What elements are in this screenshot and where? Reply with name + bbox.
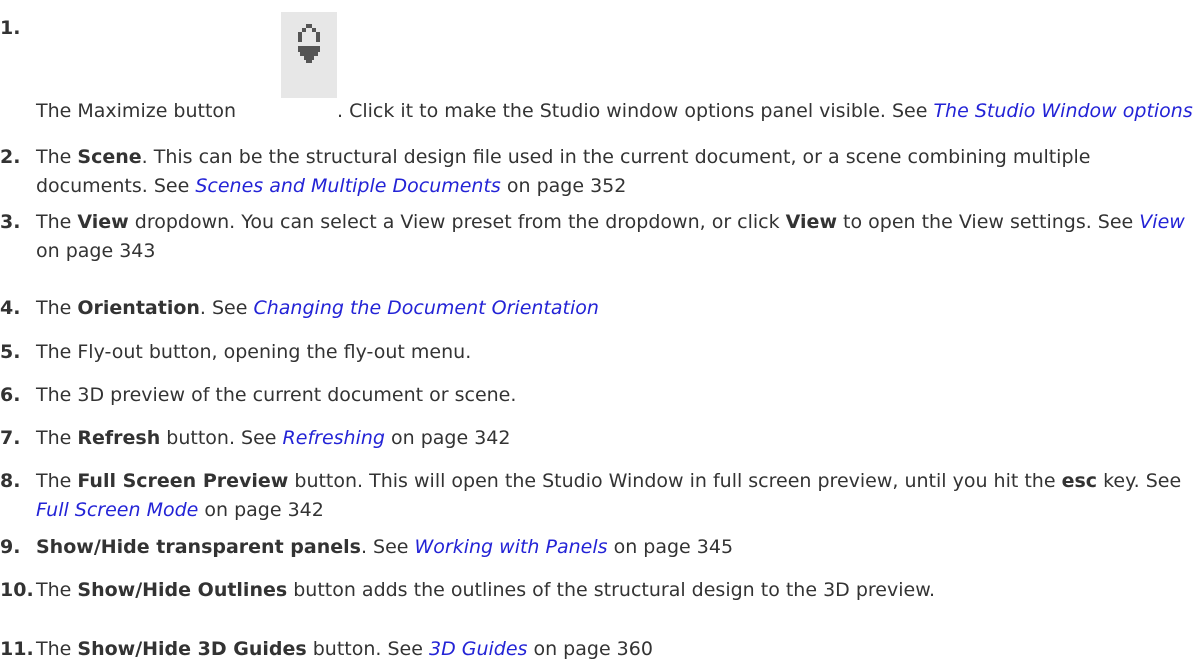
page-reference: on page 342 (198, 499, 324, 521)
link-scenes-multiple-documents[interactable]: Scenes and Multiple Documents (195, 175, 501, 197)
item-text: . See (199, 297, 254, 319)
item-text: The (36, 146, 78, 168)
page-reference: on page 352 (500, 175, 627, 197)
item-bold-term: Scene (77, 146, 142, 168)
link-view[interactable]: View (1139, 211, 1185, 233)
link-changing-document-orientation[interactable]: Changing the Document Orientation (253, 297, 598, 319)
item-bold-term: View (785, 211, 837, 233)
link-refreshing[interactable]: Refreshing (283, 427, 385, 449)
item-number: 3. (0, 211, 21, 233)
item-text: The (36, 638, 78, 660)
item-text: to open the View settings. See (837, 211, 1140, 233)
item-number: 10. (0, 579, 34, 601)
item-number: 8. (0, 470, 21, 492)
item-text: button. See (160, 427, 283, 449)
item-number: 5. (0, 341, 21, 363)
item-text: The (36, 427, 78, 449)
item-bold-term: Show/Hide 3D Guides (77, 638, 307, 660)
item-bold-term: View (77, 211, 129, 233)
item-text: The 3D preview of the current document o… (36, 384, 517, 406)
link-full-screen-mode[interactable]: Full Screen Mode (36, 499, 198, 521)
item-text: The Maximize button (36, 100, 237, 122)
item-text: The Fly-out button, opening the fly-out … (36, 341, 472, 363)
item-text: . Click it to make the Studio window opt… (337, 100, 934, 122)
item-text: button. See (306, 638, 429, 660)
item-bold-term: Full Screen Preview (77, 470, 289, 492)
document-page: 1. The Maximize button . Click it to mak… (0, 0, 1197, 662)
item-text: button. This will open the Studio Window… (288, 470, 1062, 492)
item-number: 7. (0, 427, 21, 449)
list-item-1-body: The Maximize button . Click it to make t… (0, 10, 1197, 130)
item-bold-term: Show/Hide Outlines (77, 579, 288, 601)
link-3d-guides[interactable]: 3D Guides (429, 638, 527, 660)
page-reference: on page 360 (527, 638, 653, 660)
maximize-restore-icon (281, 12, 337, 98)
page-reference: on page 345 (607, 536, 734, 558)
page-reference: on page 343 (36, 240, 156, 262)
item-bold-term: Show/Hide transparent panels (36, 536, 361, 558)
item-number: 11. (0, 638, 34, 660)
item-text: . See (360, 536, 415, 558)
page-reference: on page 342 (384, 427, 511, 449)
item-bold-term: esc (1061, 470, 1098, 492)
item-text: The (36, 211, 78, 233)
item-bold-term: Orientation (77, 297, 200, 319)
item-number: 4. (0, 297, 21, 319)
item-number: 6. (0, 384, 21, 406)
item-bold-term: Refresh (77, 427, 161, 449)
item-text: dropdown. You can select a View preset f… (128, 211, 786, 233)
item-number: 9. (0, 536, 21, 558)
item-text: button adds the outlines of the structur… (287, 579, 936, 601)
item-text: key. See (1097, 470, 1182, 492)
link-studio-window-options-panel[interactable]: The Studio Window options panel (933, 100, 1197, 122)
link-working-with-panels[interactable]: Working with Panels (415, 536, 608, 558)
item-text: The (36, 297, 78, 319)
item-number: 2. (0, 146, 21, 168)
item-text: The (36, 470, 78, 492)
item-text: The (36, 579, 78, 601)
